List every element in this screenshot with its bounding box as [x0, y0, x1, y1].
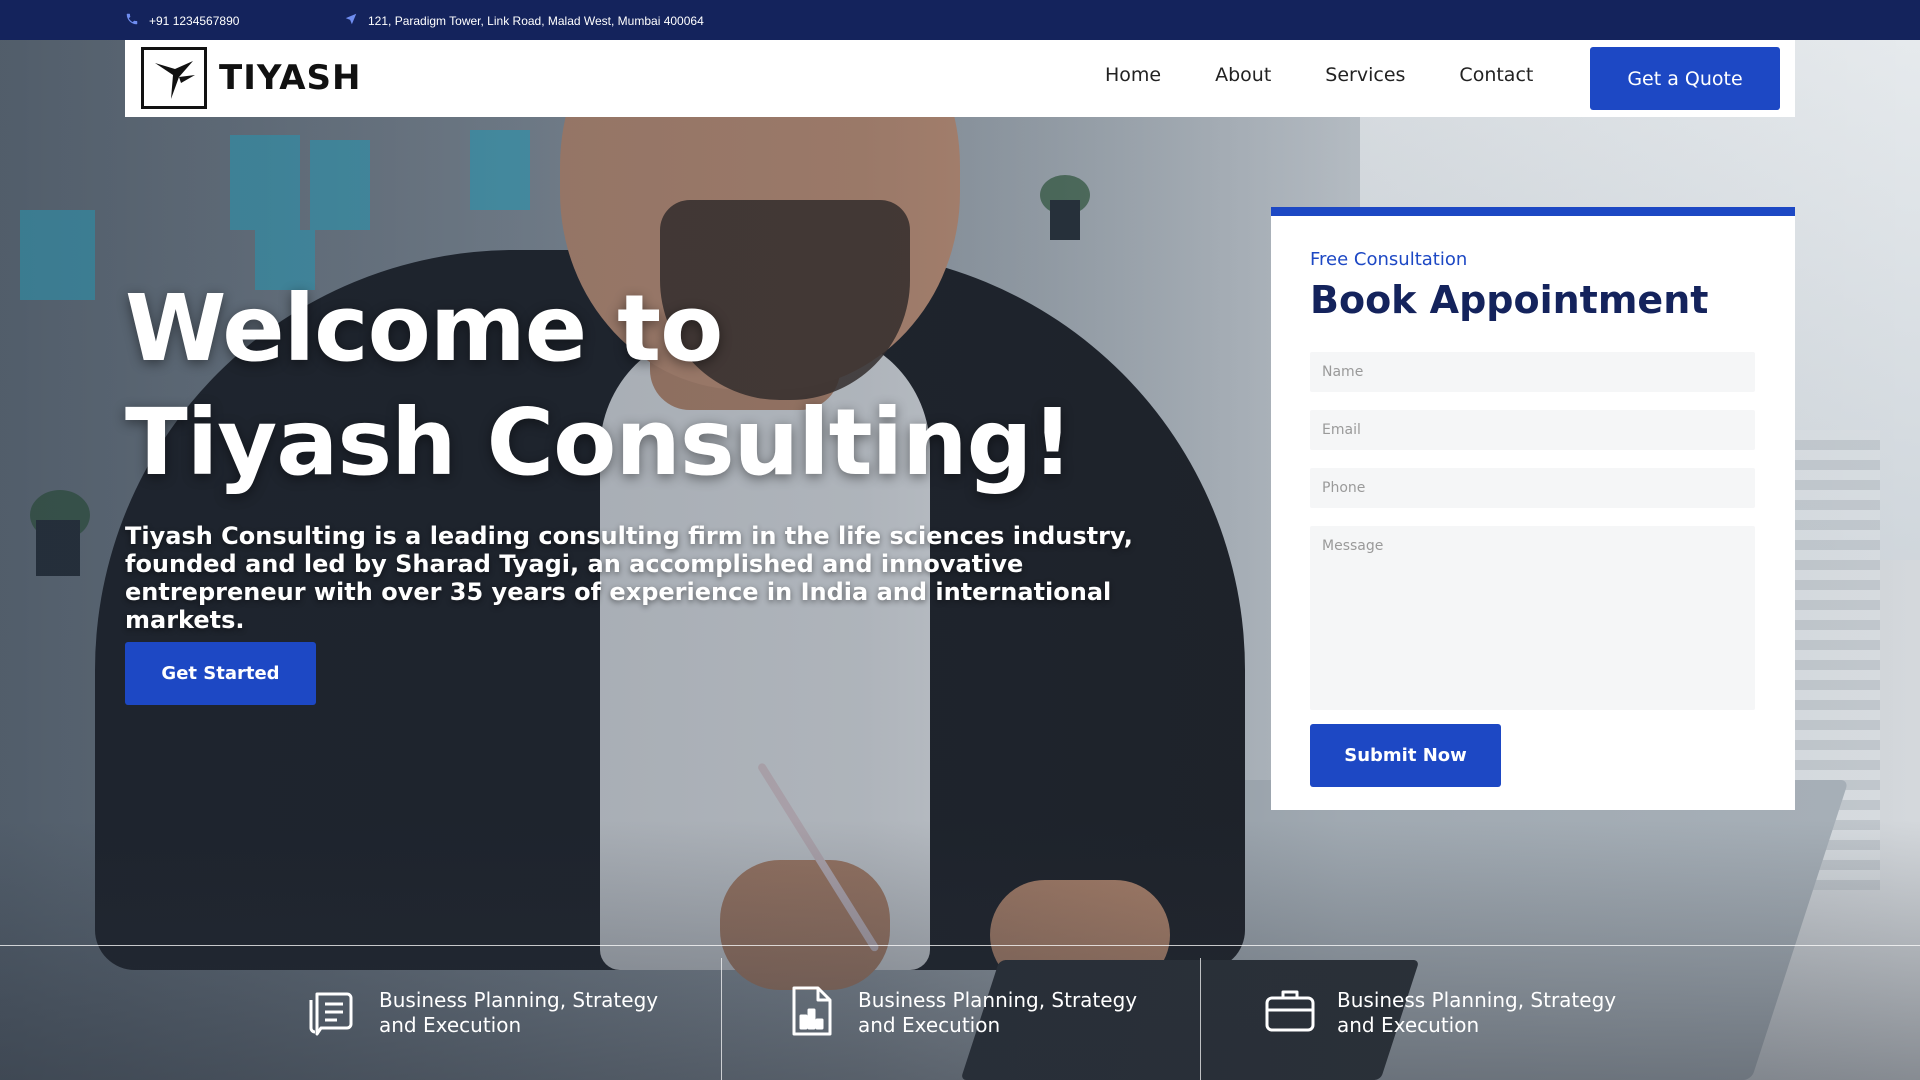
features-top-divider [0, 945, 1920, 946]
message-field[interactable] [1310, 526, 1755, 710]
get-a-quote-button[interactable]: Get a Quote [1590, 47, 1780, 110]
feature-label: Business Planning, Strategy and Executio… [1337, 988, 1617, 1037]
nav-home[interactable]: Home [1105, 64, 1161, 86]
hero-title-line2: Tiyash Consulting! [125, 389, 1073, 496]
appointment-kicker: Free Consultation [1310, 249, 1468, 270]
feature-item: Business Planning, Strategy and Executio… [305, 984, 679, 1042]
nav-services[interactable]: Services [1325, 64, 1405, 86]
topbar-address: 121, Paradigm Tower, Link Road, Malad We… [344, 12, 704, 29]
email-field[interactable] [1310, 410, 1755, 450]
appointment-card: Free Consultation Book Appointment Submi… [1271, 207, 1795, 810]
phone-icon [125, 12, 139, 29]
phone-field[interactable] [1310, 468, 1755, 508]
briefcase-icon [1263, 984, 1317, 1042]
logo[interactable]: TIYASH [141, 47, 361, 109]
phone-number: +91 1234567890 [149, 13, 240, 28]
feature-item: Business Planning, Strategy and Executio… [784, 984, 1158, 1042]
address-text: 121, Paradigm Tower, Link Road, Malad We… [368, 13, 704, 28]
feature-label: Business Planning, Strategy and Executio… [858, 988, 1138, 1037]
nav-about[interactable]: About [1215, 64, 1271, 86]
get-started-button[interactable]: Get Started [125, 642, 316, 705]
logo-text: TIYASH [219, 58, 362, 98]
submit-now-button[interactable]: Submit Now [1310, 724, 1501, 787]
appointment-title: Book Appointment [1310, 278, 1709, 322]
main-nav: Home About Services Contact [1105, 64, 1587, 86]
feature-item: Business Planning, Strategy and Executio… [1263, 984, 1637, 1042]
feature-divider [1200, 958, 1201, 1080]
hero-title-line1: Welcome to [125, 275, 723, 382]
top-info-bar: +91 1234567890 121, Paradigm Tower, Link… [0, 0, 1920, 40]
site-header: TIYASH Home About Services Contact Get a… [125, 40, 1795, 117]
hero-title: Welcome to Tiyash Consulting! [125, 272, 1125, 500]
logo-bird-icon [141, 47, 207, 109]
hero-description: Tiyash Consulting is a leading consultin… [125, 522, 1133, 634]
feature-divider [721, 958, 722, 1080]
location-arrow-icon [344, 12, 358, 29]
nav-contact[interactable]: Contact [1459, 64, 1533, 86]
name-field[interactable] [1310, 352, 1755, 392]
topbar-phone[interactable]: +91 1234567890 [125, 12, 239, 29]
document-list-icon [305, 984, 359, 1042]
feature-label: Business Planning, Strategy and Executio… [379, 988, 659, 1037]
chart-document-icon [784, 984, 838, 1042]
